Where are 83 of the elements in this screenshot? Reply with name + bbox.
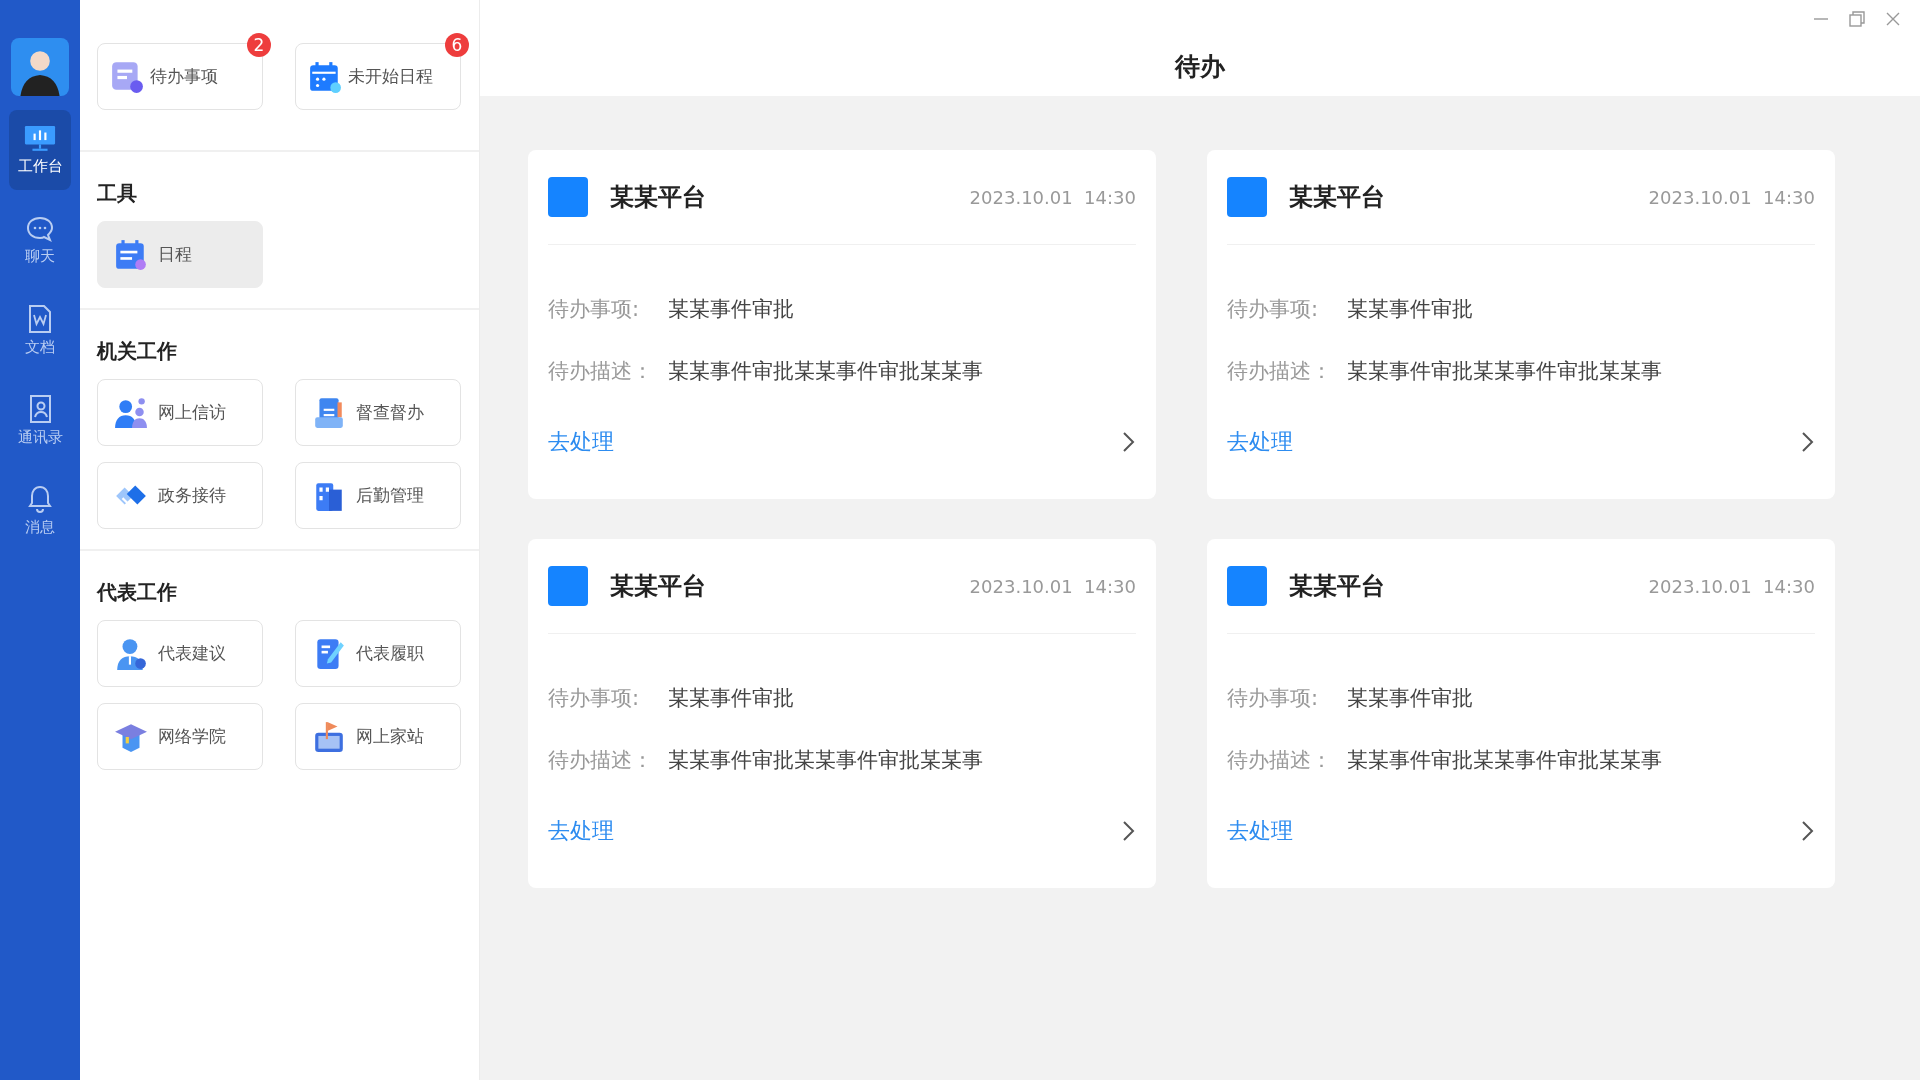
field-value: 某某事件审批某某事件审批某某事: [668, 358, 983, 385]
chat-icon: [24, 214, 56, 243]
field-value: 某某事件审批某某事件审批某某事: [668, 747, 983, 774]
document-icon: [27, 303, 53, 334]
section-title: 代表工作: [97, 579, 178, 606]
count-badge: 2: [247, 33, 271, 57]
field-value: 某某事件审批: [668, 685, 794, 712]
field-label: 待办描述：: [1227, 747, 1333, 774]
platform-logo: [1227, 566, 1267, 606]
chevron-right-icon[interactable]: [1122, 431, 1136, 453]
section-title: 机关工作: [97, 338, 178, 365]
nav-label: 文档: [25, 337, 55, 357]
todo-list-icon: [110, 59, 144, 94]
person-icon: [114, 636, 148, 671]
nav-item[interactable]: 通讯录: [9, 380, 71, 460]
nav-label: 工作台: [17, 156, 63, 176]
section-title: 工具: [97, 180, 138, 207]
field-value: 某某事件审批某某事件审批某某事: [1347, 358, 1662, 385]
bell-icon: [27, 483, 53, 514]
tile-label: 代表履职: [356, 642, 424, 665]
field-value: 某某事件审批: [668, 296, 794, 323]
field-value: 某某事件审批某某事件审批某某事: [1347, 747, 1662, 774]
field-label: 待办描述：: [548, 358, 654, 385]
chevron-right-icon[interactable]: [1801, 820, 1815, 842]
field-label: 待办描述：: [548, 747, 654, 774]
app-tile[interactable]: 网络学院: [97, 703, 263, 770]
field-label: 待办事项:: [1227, 296, 1320, 323]
app-tile[interactable]: 日程: [97, 221, 263, 288]
tile-label: 待办事项: [150, 65, 218, 88]
tile-label: 日程: [158, 243, 192, 266]
app-tile[interactable]: 代表建议: [97, 620, 263, 687]
app-tile[interactable]: 督查督办: [295, 379, 461, 446]
chevron-right-icon[interactable]: [1122, 820, 1136, 842]
field-value: 某某事件审批: [1347, 296, 1473, 323]
nav-item[interactable]: 聊天: [9, 200, 71, 280]
field-label: 待办描述：: [1227, 358, 1333, 385]
app-tile[interactable]: 代表履职: [295, 620, 461, 687]
avatar[interactable]: [11, 38, 69, 96]
close-icon[interactable]: [1884, 10, 1902, 28]
nav-item[interactable]: 工作台: [9, 110, 71, 190]
calendar-icon: [308, 59, 342, 94]
platform-logo: [548, 566, 588, 606]
calendar-icon: [114, 237, 148, 272]
platform-name: 某某平台: [610, 571, 707, 602]
app-tile[interactable]: 后勤管理: [295, 462, 461, 529]
tile-label: 后勤管理: [356, 484, 424, 507]
mailbox-flag-icon: [312, 719, 346, 754]
contacts-icon: [27, 393, 53, 424]
timestamp: 2023.10.01 14:30: [969, 186, 1136, 208]
field-label: 待办事项:: [1227, 685, 1320, 712]
tile-label: 网上信访: [158, 401, 226, 424]
platform-name: 某某平台: [1289, 182, 1386, 213]
chevron-right-icon[interactable]: [1801, 431, 1815, 453]
tile-label: 网上家站: [356, 725, 424, 748]
platform-name: 某某平台: [1289, 571, 1386, 602]
clipboard-icon: [312, 395, 346, 430]
nav-label: 消息: [25, 517, 55, 537]
count-badge: 6: [445, 33, 469, 57]
page-title: 待办: [1175, 50, 1225, 83]
nav-label: 通讯录: [17, 427, 63, 447]
tile-label: 未开始日程: [348, 65, 433, 88]
app-tile[interactable]: 政务接待: [97, 462, 263, 529]
timestamp: 2023.10.01 14:30: [969, 575, 1136, 597]
app-tile[interactable]: 网上家站: [295, 703, 461, 770]
tile-label: 代表建议: [158, 642, 226, 665]
chart-monitor-icon: [23, 124, 57, 153]
nav-item[interactable]: 文档: [9, 290, 71, 370]
platform-logo: [1227, 177, 1267, 217]
tile-label: 政务接待: [158, 484, 226, 507]
tile-label: 督查督办: [356, 401, 424, 424]
platform-name: 某某平台: [610, 182, 707, 213]
field-label: 待办事项:: [548, 685, 641, 712]
timestamp: 2023.10.01 14:30: [1648, 186, 1815, 208]
people-icon: [114, 395, 148, 430]
nav-item[interactable]: 消息: [9, 470, 71, 550]
restore-icon[interactable]: [1848, 10, 1866, 28]
nav-label: 聊天: [25, 246, 55, 266]
tile-label: 网络学院: [158, 725, 226, 748]
platform-logo: [548, 177, 588, 217]
field-label: 待办事项:: [548, 296, 641, 323]
field-value: 某某事件审批: [1347, 685, 1473, 712]
timestamp: 2023.10.01 14:30: [1648, 575, 1815, 597]
app-tile[interactable]: 网上信访: [97, 379, 263, 446]
